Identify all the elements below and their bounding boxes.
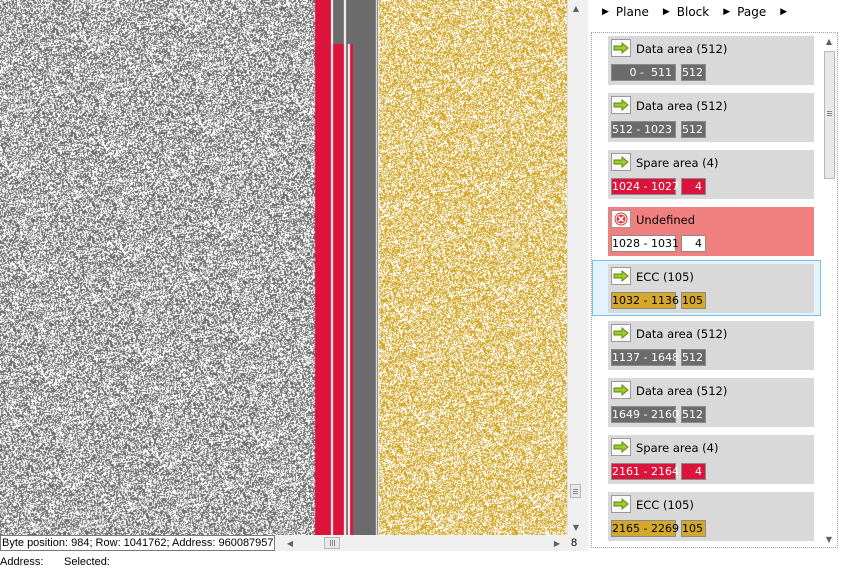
area-item-label: Data area (512) [636, 327, 728, 341]
area-item-size: 4 [681, 235, 706, 252]
triangle-right-icon: ▶ [602, 7, 609, 17]
horizontal-scrollbar-thumb[interactable] [324, 537, 340, 549]
arrow-right-icon[interactable] [611, 324, 631, 342]
visualization-bottom-bar: Byte position: 984; Row: 1041762; Addres… [0, 535, 583, 551]
triangle-right-icon: ▶ [780, 7, 788, 17]
area-item-data[interactable]: Data area (512) 0 - 511 512 [608, 36, 814, 85]
arrow-right-icon[interactable] [611, 438, 631, 456]
area-item-label: Spare area (4) [636, 156, 719, 170]
page-layout-visualization[interactable] [0, 0, 567, 535]
structure-panel: ▶ Plane ▶ Block ▶ Page ▶ Data area (512) 0 … [588, 0, 842, 551]
triangle-up-icon[interactable]: ▲ [821, 33, 837, 49]
area-list[interactable]: Data area (512) 0 - 511 512 Data area (512… [591, 32, 838, 548]
area-item-range: 0 - 511 [611, 64, 676, 81]
visualization-horizontal-scrollbar[interactable]: ◀ ▶ [282, 535, 565, 551]
area-item-label: Data area (512) [636, 42, 728, 56]
area-list-scrollbar[interactable]: ▲ ▼ [821, 33, 837, 547]
area-item-label: Undefined [636, 213, 695, 227]
area-list-scrollbar-thumb[interactable] [824, 51, 835, 179]
arrow-right-icon[interactable] [611, 267, 631, 285]
byte-position-readout: Byte position: 984; Row: 1041762; Addres… [0, 535, 275, 551]
area-item-label: ECC (105) [636, 270, 694, 284]
area-item-size: 512 [681, 349, 706, 366]
arrow-right-icon[interactable] [611, 39, 631, 57]
breadcrumb-block[interactable]: ▶ Block [663, 5, 709, 19]
arrow-right-icon[interactable] [611, 96, 631, 114]
area-item-undefined[interactable]: Undefined 1028 - 1031 4 [608, 207, 814, 256]
area-item-range: 1649 - 2160 [611, 406, 679, 423]
area-item-ecc[interactable]: ECC (105) 2165 - 2269 105 [608, 492, 814, 541]
breadcrumb-plane[interactable]: ▶ Plane [602, 5, 649, 19]
area-item-range: 2165 - 2269 [611, 520, 679, 537]
area-item-range: 1137 - 1648 [611, 349, 679, 366]
area-item-size: 512 [681, 64, 706, 81]
breadcrumb-expand[interactable]: ▶ [780, 7, 794, 17]
address-label: Address: [0, 556, 44, 568]
triangle-right-icon: ▶ [723, 7, 731, 17]
area-item-range: 2161 - 2164 [611, 463, 679, 480]
area-item-data[interactable]: Data area (512) 1137 - 1648 512 [608, 321, 814, 370]
status-line: Address: Selected: [0, 551, 842, 568]
triangle-up-icon[interactable]: ▲ [568, 0, 584, 16]
arrow-right-icon[interactable] [611, 495, 631, 513]
triangle-right-icon: ▶ [662, 7, 670, 17]
area-item-spare[interactable]: Spare area (4) 2161 - 2164 4 [608, 435, 814, 484]
area-item-spare[interactable]: Spare area (4) 1024 - 1027 4 [608, 150, 814, 199]
arrow-right-icon[interactable] [611, 381, 631, 399]
triangle-down-icon[interactable]: ▼ [821, 531, 837, 547]
area-item-data[interactable]: Data area (512) 1649 - 2160 512 [608, 378, 814, 427]
area-item-size: 105 [681, 292, 706, 309]
area-item-size: 4 [681, 463, 706, 480]
area-item-label: ECC (105) [636, 498, 694, 512]
error-circle-icon[interactable] [611, 210, 631, 228]
area-item-size: 512 [681, 406, 706, 423]
triangle-right-icon[interactable]: ▶ [549, 535, 565, 551]
area-item-label: Data area (512) [636, 99, 728, 113]
area-item-range: 1032 - 1136 [611, 292, 679, 309]
byte-map-canvas[interactable] [0, 0, 567, 535]
area-item-size: 105 [681, 520, 706, 537]
area-item-data[interactable]: Data area (512) 512 - 1023 512 [608, 93, 814, 142]
area-item-ecc[interactable]: ECC (105) 1032 - 1136 105 [608, 264, 814, 313]
area-item-size: 4 [681, 178, 706, 195]
column-count: 8 [570, 537, 578, 549]
breadcrumb-page[interactable]: ▶ Page [723, 5, 766, 19]
triangle-down-icon[interactable]: ▼ [568, 519, 584, 535]
arrow-right-icon[interactable] [611, 153, 631, 171]
area-item-range: 512 - 1023 [611, 121, 676, 138]
visualization-vertical-scrollbar[interactable]: ▲ ▼ [567, 0, 583, 535]
area-item-label: Data area (512) [636, 384, 728, 398]
selected-label: Selected: [64, 556, 110, 568]
area-item-range: 1024 - 1027 [611, 178, 679, 195]
breadcrumb: ▶ Plane ▶ Block ▶ Page ▶ [588, 0, 842, 24]
area-item-size: 512 [681, 121, 706, 138]
area-item-range: 1028 - 1031 [611, 235, 679, 252]
scrollbar-thumb[interactable] [570, 484, 581, 498]
triangle-left-icon[interactable]: ◀ [282, 535, 298, 551]
area-item-label: Spare area (4) [636, 441, 719, 455]
